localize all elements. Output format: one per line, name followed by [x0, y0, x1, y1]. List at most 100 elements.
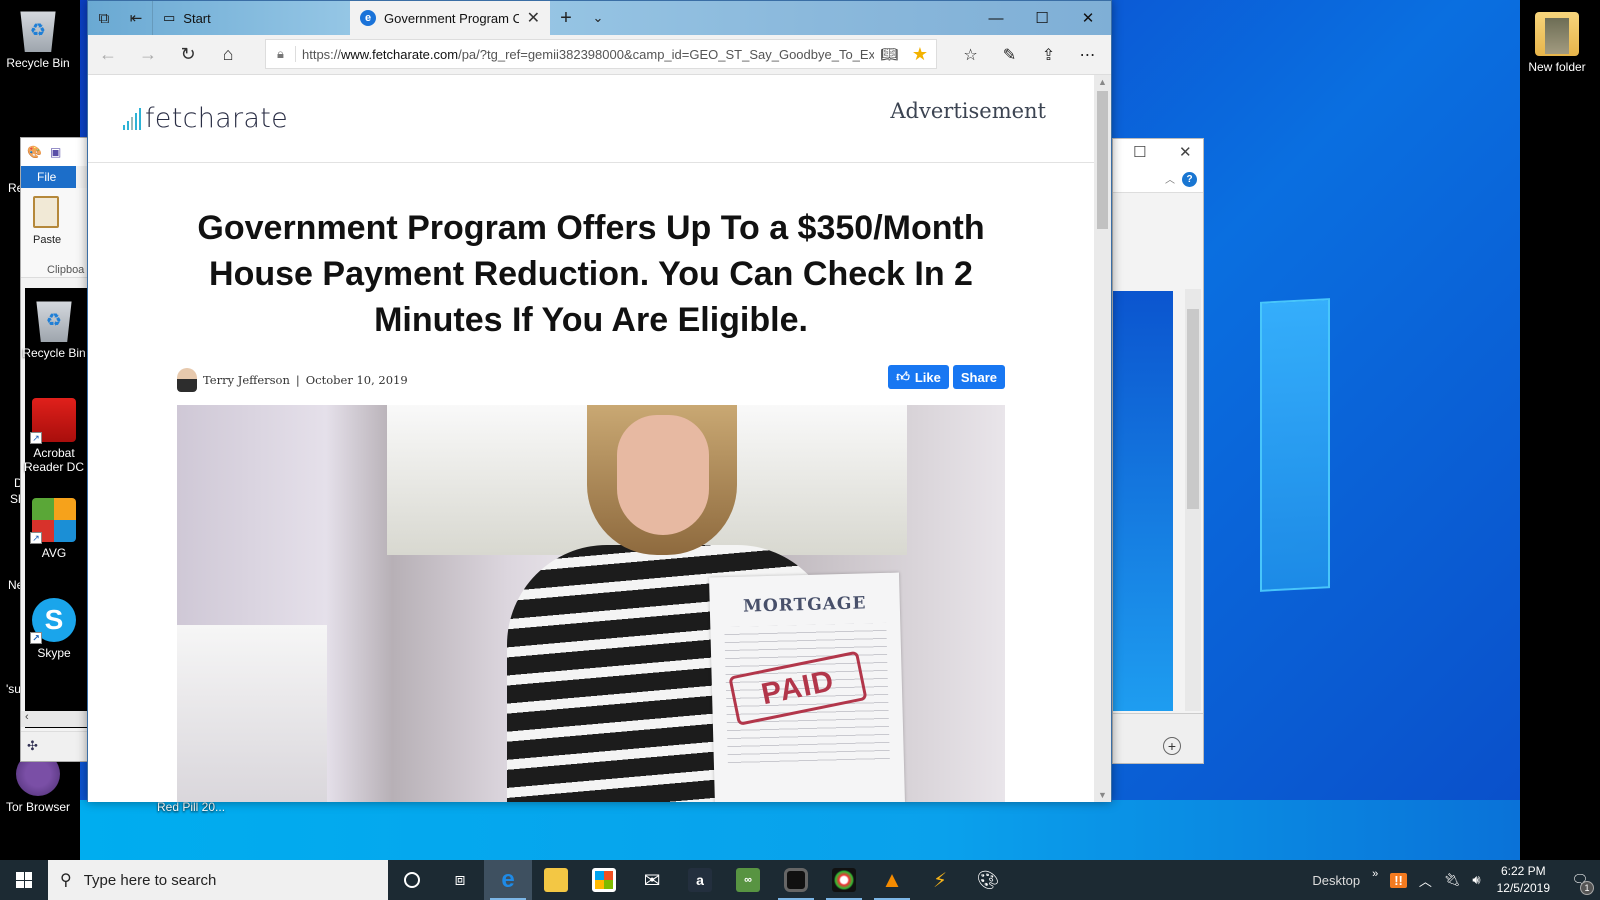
home-icon[interactable]: ⌂ — [208, 44, 248, 65]
social-buttons: 👍︎ Like Share — [888, 365, 1005, 389]
show-hidden-icons[interactable]: ︿ — [1413, 860, 1438, 900]
tripadvisor-icon: ∞ — [736, 868, 760, 892]
taskbar-paint[interactable]: 🎨︎ — [964, 860, 1012, 900]
share-icon[interactable]: ⇪ — [1029, 35, 1068, 75]
maximize-icon[interactable]: ☐ — [1133, 143, 1146, 161]
scroll-up-icon[interactable]: ▲ — [1094, 77, 1111, 87]
task-view-button[interactable]: ⧈ — [436, 860, 484, 900]
taskbar-camera[interactable] — [772, 860, 820, 900]
article-headline: Government Program Offers Up To a $350/M… — [197, 209, 985, 339]
desktop-icon-recycle-bin[interactable]: Recycle Bin — [0, 8, 76, 70]
horizontal-scrollbar[interactable]: ‹ — [21, 711, 87, 727]
close-icon[interactable]: ✕ — [1065, 1, 1111, 35]
file-explorer-icon — [544, 868, 568, 892]
favorites-icon[interactable]: ☆ — [951, 35, 990, 75]
recycle-bin-icon — [20, 11, 56, 52]
desktop-icon-label-red-pill[interactable]: Red Pill 20... — [157, 800, 225, 814]
taskbar-file-explorer[interactable] — [532, 860, 580, 900]
page-scrollbar[interactable]: ▲ ▼ — [1094, 75, 1111, 802]
taskbar-winamp[interactable]: ⚡ — [916, 860, 964, 900]
scroll-down-icon[interactable]: ▼ — [1094, 790, 1111, 800]
close-icon[interactable]: ✕ — [1179, 143, 1192, 161]
system-tray: Desktop » !! ︿ 🔌︎ 🔊︎ 6:22 PM 12/5/2019 🗨… — [1306, 860, 1600, 900]
publish-date: October 10, 2019 — [305, 373, 408, 387]
taskbar-amazon[interactable]: a — [676, 860, 724, 900]
taskbar-vlc[interactable]: ▲ — [868, 860, 916, 900]
refresh-icon[interactable]: ↻ — [168, 44, 208, 65]
partial-label: 'su — [6, 682, 21, 696]
collapse-ribbon-icon[interactable]: ︿ — [1165, 171, 1175, 186]
canvas-icon-acrobat: ↗ Acrobat Reader DC — [21, 398, 87, 474]
site-header: fetcharate Advertisement — [88, 75, 1094, 163]
vertical-scrollbar[interactable] — [1185, 289, 1201, 711]
power-icon[interactable]: 🔌︎ — [1438, 860, 1467, 900]
close-tab-icon[interactable]: ✕ — [527, 8, 540, 28]
url-text[interactable]: https://www.fetcharate.com/pa/?tg_ref=ge… — [302, 47, 874, 62]
file-tab[interactable]: File — [21, 166, 76, 188]
favorite-star-icon[interactable]: ★ — [904, 44, 936, 65]
web-note-icon[interactable]: ✎ — [990, 35, 1029, 75]
paint-canvas[interactable] — [1113, 291, 1173, 711]
acrobat-icon: ↗ — [30, 398, 76, 444]
paste-button[interactable]: Paste — [33, 234, 61, 246]
clock[interactable]: 6:22 PM 12/5/2019 — [1487, 863, 1560, 897]
page-viewport[interactable]: fetcharate Advertisement Government Prog… — [88, 75, 1094, 802]
tab-government-program[interactable]: e Government Program C ✕ — [350, 1, 550, 35]
help-icon[interactable]: ? — [1182, 172, 1197, 187]
thumbs-up-icon: 👍︎ — [896, 369, 910, 384]
facebook-like-button[interactable]: 👍︎ Like — [888, 365, 949, 389]
lock-icon[interactable]: 🔒︎ — [266, 46, 296, 62]
volume-icon[interactable]: 🔊︎ — [1466, 860, 1486, 900]
taskbar-search[interactable]: ⚲ Type here to search — [48, 860, 388, 900]
paint-app-icon: 🎨 — [27, 145, 42, 159]
site-logo[interactable]: fetcharate — [123, 103, 288, 134]
paint-window-left[interactable]: 🎨 ▣ File Paste Clipboa Recycle Bin ↗ Acr… — [20, 137, 88, 762]
canvas-icon-avg: ↗ AVG — [21, 498, 87, 560]
tray-app-alert-icon[interactable]: !! — [1384, 860, 1413, 900]
mortgage-document: MORTGAGE PAID — [709, 572, 905, 802]
taskbar-tripadvisor[interactable]: ∞ — [724, 860, 772, 900]
taskbar-store[interactable] — [580, 860, 628, 900]
author-avatar — [177, 368, 197, 392]
start-button[interactable] — [0, 860, 48, 900]
toolbar-expand-icon[interactable]: » — [1366, 854, 1384, 894]
mail-icon: ✉ — [643, 869, 661, 892]
camera-icon — [784, 868, 808, 892]
cortana-button[interactable] — [388, 860, 436, 900]
desktop-toolbar[interactable]: Desktop — [1306, 860, 1366, 900]
desktop-icon-new-folder[interactable]: New folder — [1519, 12, 1595, 74]
new-tab-icon[interactable]: + — [550, 1, 582, 35]
tabs-aside-icon[interactable]: ⇤ — [120, 1, 152, 35]
save-icon[interactable]: ▣ — [50, 145, 61, 159]
desktop-black-area — [1520, 0, 1600, 860]
more-icon[interactable]: ⋯ — [1068, 35, 1107, 75]
clipboard-group-label: Clipboa — [47, 264, 85, 276]
status-bar: + — [1113, 713, 1203, 763]
taskbar-camera-color[interactable] — [820, 860, 868, 900]
title-bar: ☐ ✕ — [1113, 139, 1203, 167]
zoom-in-icon[interactable]: + — [1163, 737, 1181, 755]
tab-list-chevron-icon[interactable]: ⌄ — [582, 1, 614, 35]
edge-browser-window[interactable]: ⧉ ⇤ ▭ Start e Government Program C ✕ + ⌄… — [87, 0, 1112, 802]
tab-start[interactable]: ▭ Start — [152, 1, 350, 35]
maximize-icon[interactable]: ☐ — [1019, 1, 1065, 35]
back-icon[interactable]: ← — [88, 44, 128, 65]
paint-window-right[interactable]: ☐ ✕ ︿ ? + — [1112, 138, 1204, 764]
scroll-thumb[interactable] — [1097, 91, 1108, 229]
wallpaper-band — [80, 800, 1520, 860]
forward-icon[interactable]: → — [128, 44, 168, 65]
taskbar-edge[interactable]: e — [484, 860, 532, 900]
action-center-button[interactable]: 🗨︎ 1 — [1560, 860, 1600, 900]
minimize-icon[interactable]: — — [973, 1, 1019, 35]
facebook-share-button[interactable]: Share — [952, 365, 1005, 389]
paste-icon[interactable] — [33, 196, 59, 228]
reading-view-icon[interactable]: 📖︎ — [874, 46, 904, 63]
ribbon-header: ︿ ? — [1113, 167, 1203, 193]
quick-access-toolbar: 🎨 ▣ — [21, 138, 87, 166]
paint-canvas[interactable]: Recycle Bin ↗ Acrobat Reader DC ↗ AVG S↗… — [22, 288, 87, 728]
taskbar-mail[interactable]: ✉ — [628, 860, 676, 900]
address-bar[interactable]: 🔒︎ https://www.fetcharate.com/pa/?tg_ref… — [265, 39, 937, 69]
set-tabs-aside-icon[interactable]: ⧉ — [88, 1, 120, 35]
paint-icon: 🎨︎ — [976, 869, 1000, 890]
site-favicon-icon: e — [360, 10, 376, 26]
